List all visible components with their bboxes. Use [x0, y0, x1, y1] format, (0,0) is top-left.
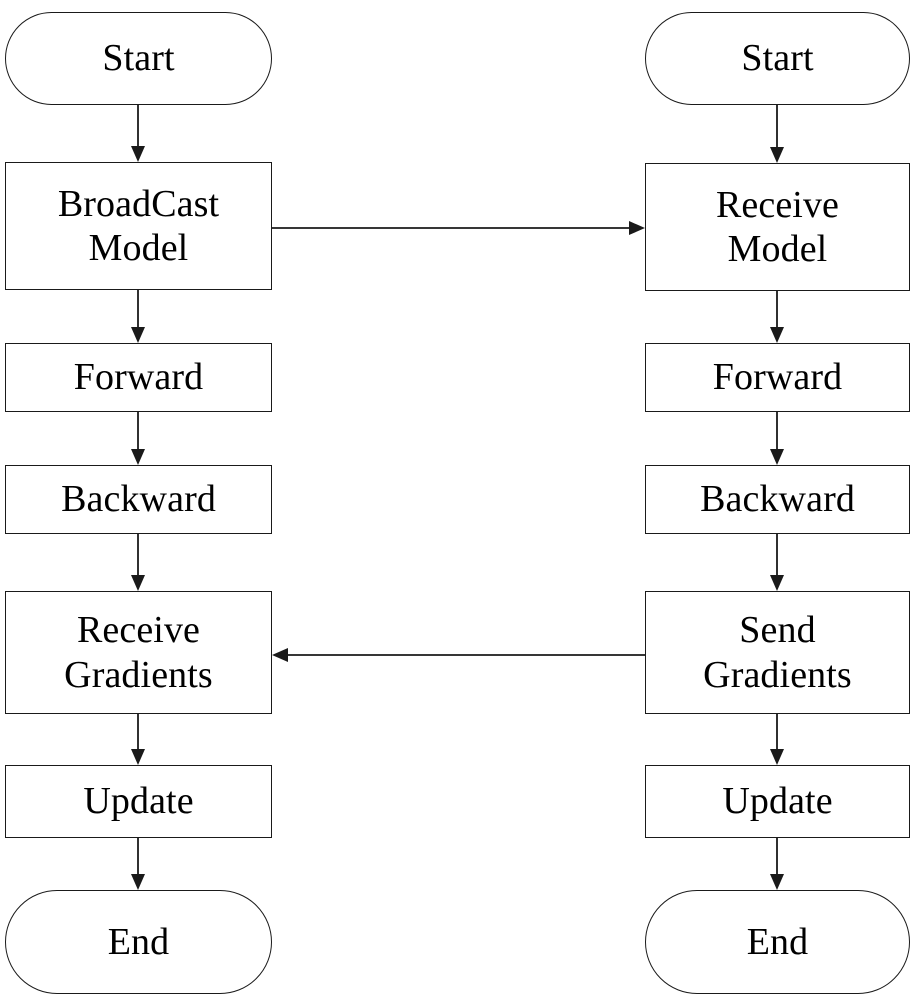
- node-right-end[interactable]: End: [645, 890, 910, 994]
- node-right-send-gradients[interactable]: Send Gradients: [645, 591, 910, 714]
- edge-e13: [272, 221, 645, 235]
- node-left-broadcast-model[interactable]: BroadCast Model: [5, 162, 272, 290]
- arrowhead-e13: [629, 221, 645, 235]
- edge-e14: [272, 648, 645, 662]
- node-left-start[interactable]: Start: [5, 12, 272, 105]
- edge-e6: [131, 838, 145, 890]
- node-left-backward[interactable]: Backward: [5, 465, 272, 534]
- node-label-left-broadcast-model: BroadCast Model: [57, 182, 220, 269]
- arrowhead-e5: [131, 749, 145, 765]
- edge-e1: [131, 105, 145, 162]
- arrowhead-e10: [770, 575, 784, 591]
- edge-e8: [770, 291, 784, 343]
- arrowhead-e12: [770, 874, 784, 890]
- arrowhead-e9: [770, 449, 784, 465]
- node-left-receive-gradients[interactable]: Receive Gradients: [5, 591, 272, 714]
- arrowhead-e7: [770, 147, 784, 163]
- arrowhead-e2: [131, 327, 145, 343]
- node-right-backward[interactable]: Backward: [645, 465, 910, 534]
- edge-e11: [770, 714, 784, 765]
- arrowhead-e11: [770, 749, 784, 765]
- node-label-right-receive-model: Receive Model: [715, 183, 840, 270]
- node-left-forward[interactable]: Forward: [5, 343, 272, 412]
- node-left-update[interactable]: Update: [5, 765, 272, 838]
- node-label-right-backward: Backward: [700, 478, 855, 521]
- node-left-end[interactable]: End: [5, 890, 272, 994]
- node-right-start[interactable]: Start: [645, 12, 910, 105]
- arrowhead-e3: [131, 449, 145, 465]
- node-right-forward[interactable]: Forward: [645, 343, 910, 412]
- edge-e7: [770, 105, 784, 163]
- arrowhead-e14: [272, 648, 288, 662]
- node-label-right-forward: Forward: [712, 356, 843, 399]
- flowchart-canvas: Start BroadCast Model Forward Backward Recei…: [0, 0, 920, 1000]
- node-right-receive-model[interactable]: Receive Model: [645, 163, 910, 291]
- edge-e3: [131, 412, 145, 465]
- node-label-right-send-gradients: Send Gradients: [703, 609, 852, 696]
- arrowhead-e8: [770, 327, 784, 343]
- arrowhead-e6: [131, 874, 145, 890]
- edge-e12: [770, 838, 784, 890]
- node-label-left-end: End: [107, 920, 170, 963]
- edge-e9: [770, 412, 784, 465]
- arrowhead-e4: [131, 575, 145, 591]
- node-right-update[interactable]: Update: [645, 765, 910, 838]
- node-label-left-forward: Forward: [73, 356, 204, 399]
- edge-e4: [131, 533, 145, 591]
- node-label-right-update: Update: [722, 780, 833, 823]
- arrowhead-e1: [131, 146, 145, 162]
- edge-e2: [131, 290, 145, 343]
- edge-e10: [770, 533, 784, 591]
- node-label-left-start: Start: [102, 37, 175, 80]
- node-label-right-end: End: [746, 920, 809, 963]
- edge-e5: [131, 714, 145, 765]
- node-label-right-start: Start: [741, 37, 814, 80]
- node-label-left-backward: Backward: [61, 478, 216, 521]
- node-label-left-receive-gradients: Receive Gradients: [64, 609, 213, 696]
- node-label-left-update: Update: [83, 780, 194, 823]
